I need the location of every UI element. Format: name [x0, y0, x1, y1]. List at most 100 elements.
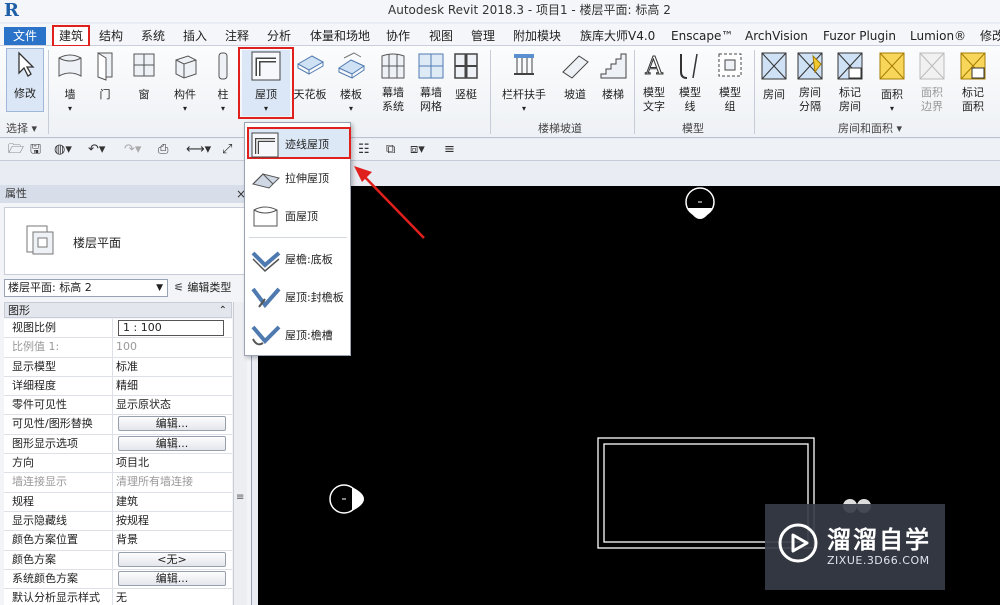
save-icon[interactable]: 🖫 [30, 142, 41, 158]
tab-insert[interactable]: 插入 [180, 26, 210, 46]
tab-annotate[interactable]: 注释 [222, 26, 252, 46]
tab-modify[interactable]: 修改 [977, 26, 1000, 46]
elevation-marker-north[interactable] [685, 187, 715, 219]
door-button[interactable]: 门 [90, 50, 120, 102]
redo-icon[interactable]: ↷▾ [124, 142, 141, 158]
tab-fuzor-plugin[interactable]: Fuzor Plugin [820, 26, 899, 46]
tab-zuku-master[interactable]: 族库大师V4.0 [577, 26, 658, 46]
floor-button[interactable]: 楼板 ▾ [334, 50, 368, 116]
roof-by-face-item[interactable]: 面屋顶 [249, 201, 349, 233]
sync-icon[interactable]: ◍▾ [54, 142, 72, 158]
scroll-grip-icon[interactable]: ≡ [236, 492, 244, 503]
graphic-display-edit-button[interactable]: 编辑... [118, 435, 226, 451]
tab-addins[interactable]: 附加模块 [510, 26, 564, 46]
wall-button[interactable]: 墙 ▾ [54, 50, 86, 116]
aligned-dimension-icon[interactable]: ⤢ [222, 142, 232, 158]
tag-room-icon [837, 52, 863, 80]
column-button[interactable]: 柱 ▾ [210, 50, 236, 116]
measure-icon[interactable]: ⟷▾ [186, 142, 211, 158]
view-scale-input[interactable]: 1 : 100 [118, 320, 224, 336]
tab-file[interactable]: 文件 [4, 27, 46, 45]
model-text-icon: A [644, 52, 664, 81]
tab-structure[interactable]: 结构 [96, 26, 126, 46]
window-button[interactable]: 窗 [128, 50, 160, 102]
ribbon-tab-bar: 文件 建筑 结构 系统 插入 注释 分析 体量和场地 协作 视图 管理 附加模块… [0, 24, 1000, 47]
tab-systems[interactable]: 系统 [138, 26, 168, 46]
prop-row-discipline: 规程 建筑 [4, 492, 232, 512]
area-button[interactable]: 面积 ▾ [874, 50, 910, 116]
roof-gutter-item[interactable]: 屋顶:檐槽 [249, 320, 349, 352]
model-line-icon [680, 53, 698, 79]
cursor-arrow-icon [18, 51, 35, 77]
type-name: 楼层平面 [73, 236, 122, 250]
select-panel-title[interactable]: 选择 ▾ [6, 120, 37, 136]
roof-by-extrusion-item[interactable]: 拉伸屋顶 [249, 163, 349, 195]
tab-architecture[interactable]: 建筑 [52, 25, 90, 47]
roof-soffit-icon [251, 251, 281, 273]
ramp-button[interactable]: 坡道 [558, 50, 592, 102]
tab-massing-site[interactable]: 体量和场地 [307, 26, 373, 46]
stair-icon [600, 53, 627, 79]
curtain-system-button[interactable]: 幕墙 系统 [376, 50, 410, 114]
tab-manage[interactable]: 管理 [468, 26, 498, 46]
tag-area-icon [960, 52, 986, 80]
prop-row-system-color-schemes: 系统颜色方案 编辑... [4, 569, 232, 590]
model-line-button[interactable]: 模型 线 [674, 50, 706, 114]
roof-by-face-icon [253, 206, 278, 227]
area-icon [879, 52, 905, 80]
roof-button[interactable]: 屋顶 ▾ [242, 50, 290, 116]
ceiling-icon [296, 55, 325, 75]
area-boundary-button[interactable]: 面积 边界 [914, 50, 950, 114]
roof-icon [251, 51, 281, 81]
model-panel-title: 模型 [682, 122, 704, 135]
area-boundary-icon [919, 52, 945, 80]
open-icon[interactable]: 🗁 [8, 142, 24, 158]
tab-enscape[interactable]: Enscape™ [668, 26, 736, 46]
ceiling-button[interactable]: 天花板 [292, 50, 328, 102]
tab-archvision[interactable]: ArchVision [742, 26, 811, 46]
view-instance-selector[interactable]: 楼层平面: 标高 2 ▼ [4, 279, 168, 297]
elevation-marker-west[interactable] [329, 484, 364, 514]
component-icon [175, 55, 197, 79]
roof-by-footprint-item[interactable]: 迹线屋顶 [247, 127, 351, 159]
prop-row-wall-join: 墙连接显示 清理所有墙连接 [4, 473, 232, 493]
roof-by-extrusion-icon [252, 173, 280, 189]
model-group-icon [718, 53, 742, 77]
tag-room-button[interactable]: 标记 房间 [832, 50, 868, 114]
tab-collaborate[interactable]: 协作 [383, 26, 413, 46]
tab-view[interactable]: 视图 [426, 26, 456, 46]
graphics-group-header[interactable]: 图形 ⌃ [4, 302, 232, 318]
stair-button[interactable]: 楼梯 [596, 50, 630, 102]
model-text-button[interactable]: A 模型 文字 [638, 50, 670, 114]
wall-icon [58, 54, 82, 77]
modify-button[interactable]: 修改 [6, 48, 44, 112]
room-button[interactable]: 房间 [758, 50, 790, 102]
roof-soffit-item[interactable]: 屋檐:底板 [249, 244, 349, 276]
roof-by-footprint-icon [251, 132, 279, 158]
mullion-icon [454, 53, 478, 79]
floor-icon [337, 52, 366, 79]
door-icon [97, 52, 113, 81]
color-scheme-button[interactable]: <无> [118, 551, 226, 567]
room-separator-button[interactable]: 房间 分隔 [794, 50, 826, 114]
railing-button[interactable]: 栏杆扶手 ▾ [498, 50, 550, 116]
edit-type-button[interactable]: ⚟ 编辑类型 [174, 279, 231, 297]
tab-lumion[interactable]: Lumion® [907, 26, 969, 46]
model-group-button[interactable]: 模型 组 [710, 50, 750, 114]
customize-toolbar-icon[interactable]: ≡ [444, 142, 455, 158]
system-color-schemes-edit-button[interactable]: 编辑... [118, 570, 226, 586]
prop-row-detail-level: 详细程度 精细 [4, 376, 232, 397]
curtain-grid-button[interactable]: 幕墙 网格 [414, 50, 448, 114]
type-selector[interactable]: 楼层平面 [4, 207, 248, 275]
component-button[interactable]: 构件 ▾ [168, 50, 202, 116]
tab-analyze[interactable]: 分析 [264, 26, 294, 46]
print-icon[interactable]: ⎙ [158, 142, 168, 158]
roof-fascia-icon [251, 287, 281, 309]
revit-logo-icon[interactable]: R [4, 0, 19, 22]
undo-icon[interactable]: ↶▾ [88, 142, 105, 158]
tag-area-button[interactable]: 标记 面积 [954, 50, 992, 114]
roof-fascia-item[interactable]: 屋顶:封檐板 [249, 282, 349, 314]
vg-overrides-edit-button[interactable]: 编辑... [118, 416, 226, 432]
room-area-panel-title[interactable]: 房间和面积 ▾ [838, 120, 902, 136]
mullion-button[interactable]: 竖梃 [450, 50, 482, 102]
